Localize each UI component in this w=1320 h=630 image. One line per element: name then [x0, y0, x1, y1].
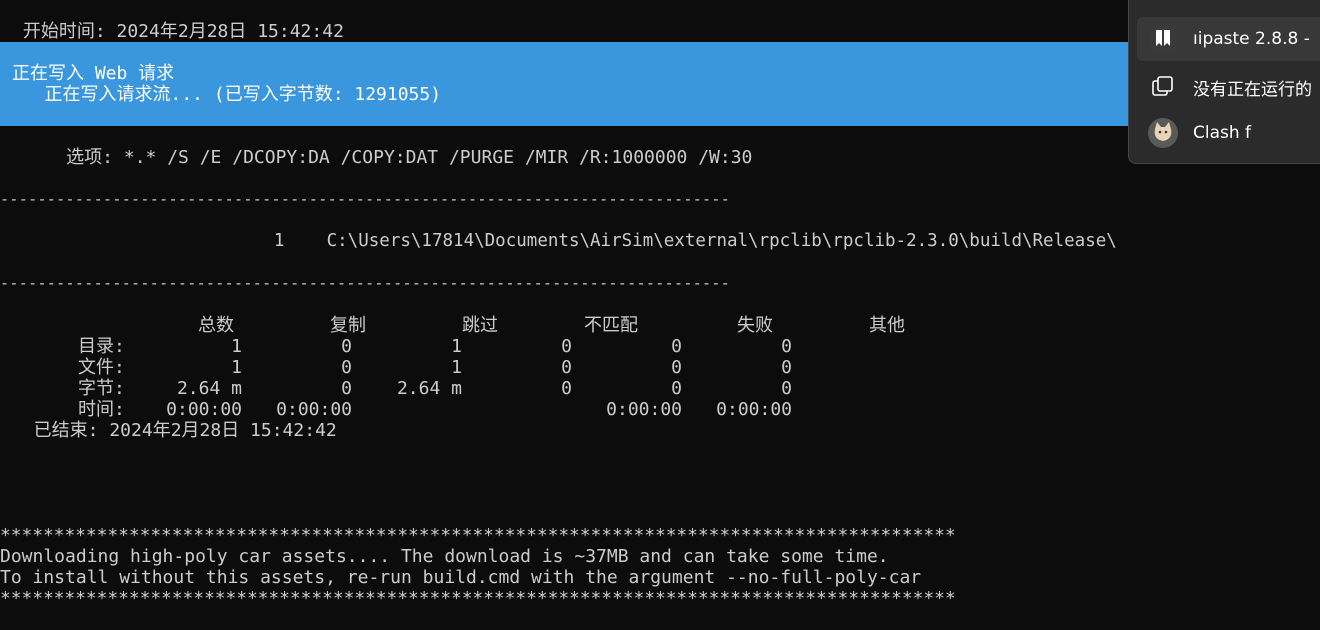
stats-cell: 0 — [671, 378, 682, 399]
stats-cell: 0 — [671, 336, 682, 357]
stats-row-label: 字节: — [78, 378, 125, 399]
stats-cell: 0 — [341, 378, 352, 399]
tray-overflow-popup: ıipaste 2.8.8 - 没有正在运行的 Clash f — [1128, 0, 1320, 164]
stats-cell: 0 — [561, 336, 572, 357]
stats-cell: 2.64 m — [176, 378, 242, 399]
start-time-line: 开始时间: 2024年2月28日 15:42:42 — [12, 21, 344, 42]
stats-cell: 0:00:00 — [606, 399, 682, 420]
stats-cell: 2.64 m — [396, 378, 462, 399]
tray-item-snipaste[interactable]: ıipaste 2.8.8 - — [1137, 17, 1320, 61]
stats-cell: 0:00:00 — [716, 399, 792, 420]
tray-item-no-running[interactable]: 没有正在运行的 — [1137, 65, 1320, 109]
stats-header-copied: 复制 — [330, 315, 366, 336]
stats-header-failed: 失败 — [737, 315, 773, 336]
tray-item-label: 没有正在运行的 — [1193, 79, 1312, 100]
download-message: Downloading high-poly car assets.... The… — [0, 546, 889, 567]
stars-top: ****************************************… — [0, 525, 956, 546]
stats-cell: 1 — [451, 357, 462, 378]
stats-row-label: 时间: — [78, 399, 125, 420]
ended-time-line: 已结束: 2024年2月28日 15:42:42 — [12, 420, 337, 441]
progress-title: 正在写入 Web 请求 — [12, 63, 175, 84]
stats-cell: 1 — [231, 336, 242, 357]
separator-bottom: ----------------------------------------… — [0, 274, 731, 292]
stats-row-label: 目录: — [78, 336, 125, 357]
progress-detail: 正在写入请求流... (已写入字节数: 1291055) — [12, 84, 442, 105]
stats-cell: 0:00:00 — [166, 399, 242, 420]
windows-copy-icon — [1147, 71, 1179, 103]
options-line: 选项: *.* /S /E /DCOPY:DA /COPY:DAT /PURGE… — [12, 147, 753, 168]
stats-cell: 0 — [781, 336, 792, 357]
stats-header-skipped: 跳过 — [462, 315, 498, 336]
stats-cell: 0 — [341, 336, 352, 357]
directory-entry: 1 C:\Users\17814\Documents\AirSim\extern… — [0, 231, 1117, 251]
stats-cell: 0 — [561, 357, 572, 378]
snipaste-icon — [1147, 23, 1179, 55]
tray-item-clash[interactable]: Clash f — [1137, 111, 1320, 155]
stats-cell: 0 — [781, 357, 792, 378]
stats-cell: 0 — [561, 378, 572, 399]
stars-bottom: ****************************************… — [0, 588, 956, 609]
install-message: To install without this assets, re-run b… — [0, 567, 922, 588]
stats-header-mismatch: 不匹配 — [584, 315, 638, 336]
stats-cell: 0:00:00 — [276, 399, 352, 420]
separator-top: ----------------------------------------… — [0, 190, 731, 208]
stats-header-extras: 其他 — [869, 315, 905, 336]
progress-banner: 正在写入 Web 请求 正在写入请求流... (已写入字节数: 1291055) — [0, 42, 1130, 126]
stats-cell: 0 — [671, 357, 682, 378]
stats-cell: 1 — [231, 357, 242, 378]
tray-item-label: Clash f — [1193, 123, 1252, 143]
tray-item-label: ıipaste 2.8.8 - — [1193, 29, 1310, 49]
stats-row-label: 文件: — [78, 357, 125, 378]
stats-cell: 0 — [781, 378, 792, 399]
stats-cell: 0 — [341, 357, 352, 378]
stats-cell: 1 — [451, 336, 462, 357]
stats-header-total: 总数 — [198, 315, 234, 336]
cat-icon — [1147, 117, 1179, 149]
